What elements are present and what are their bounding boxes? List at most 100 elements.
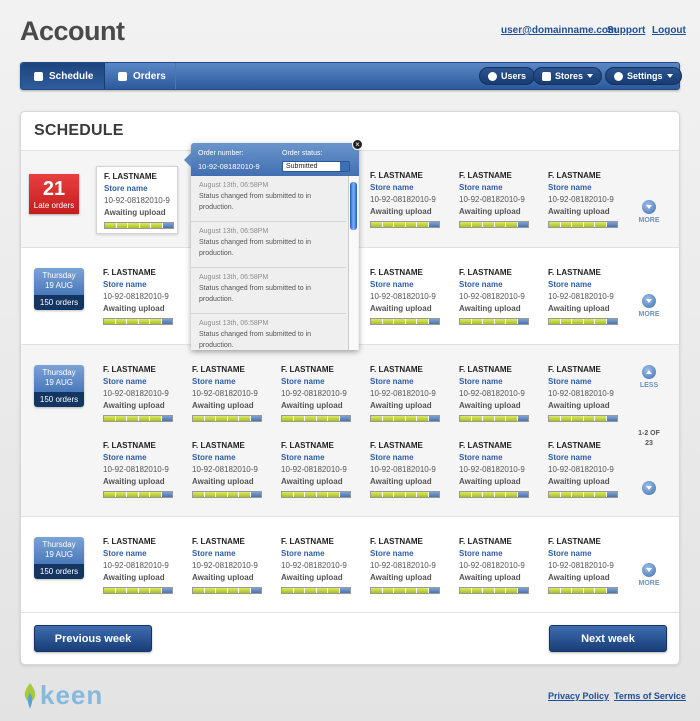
more-button[interactable]: MORE	[634, 563, 664, 587]
next-page-button[interactable]	[634, 481, 664, 498]
order-card[interactable]: F. LASTNAME Store name 10-92-08182010-9 Awa…	[452, 532, 534, 600]
order-card[interactable]: F. LASTNAME Store name 10-92-08182010-9 Awa…	[96, 166, 178, 234]
support-link[interactable]: Support	[607, 25, 645, 36]
order-card[interactable]: F. LASTNAME Store name 10-92-08182010-9 Awa…	[274, 360, 356, 428]
tab-schedule[interactable]: Schedule	[21, 63, 105, 89]
order-card[interactable]: F. LASTNAME Store name 10-92-08182010-9 Awa…	[274, 436, 356, 504]
progress-segment	[116, 223, 128, 228]
order-card[interactable]: F. LASTNAME Store name 10-92-08182010-9 Awa…	[96, 532, 178, 600]
order-card[interactable]: F. LASTNAME Store name 10-92-08182010-9 Awa…	[96, 263, 178, 331]
customer-name: F. LASTNAME	[281, 365, 334, 374]
logout-link[interactable]: Logout	[652, 25, 686, 36]
scrollbar-thumb[interactable]	[350, 182, 357, 230]
users-button[interactable]: Users	[479, 67, 536, 85]
progress-segment	[483, 588, 495, 593]
progress-segment	[394, 492, 406, 497]
chevron-down-icon	[587, 74, 594, 78]
order-card[interactable]: F. LASTNAME Store name 10-92-08182010-9 Awa…	[541, 263, 623, 331]
order-number-label: Order number:	[198, 150, 244, 157]
more-button[interactable]: MORE	[634, 294, 664, 318]
order-number: 10-92-08182010-9	[548, 561, 614, 570]
order-number: 10-92-08182010-9	[459, 465, 525, 474]
close-icon[interactable]: ×	[352, 139, 363, 150]
progress-bar	[192, 415, 262, 422]
order-card[interactable]: F. LASTNAME Store name 10-92-08182010-9 Awa…	[452, 360, 534, 428]
order-number: 10-92-08182010-9	[104, 196, 170, 205]
history-date: August 13th, 06:58PM	[199, 320, 269, 327]
order-card[interactable]: F. LASTNAME Store name 10-92-08182010-9 Awa…	[363, 263, 445, 331]
order-card[interactable]: F. LASTNAME Store name 10-92-08182010-9 Awa…	[274, 532, 356, 600]
progress-segment	[382, 319, 394, 324]
progress-segment	[606, 588, 617, 593]
progress-bar	[548, 221, 618, 228]
customer-name: F. LASTNAME	[459, 268, 512, 277]
progress-segment	[104, 416, 116, 421]
order-card[interactable]: F. LASTNAME Store name 10-92-08182010-9 Awa…	[541, 436, 623, 504]
order-card[interactable]: F. LASTNAME Store name 10-92-08182010-9 Awa…	[363, 436, 445, 504]
order-card[interactable]: F. LASTNAME Store name 10-92-08182010-9 Awa…	[541, 532, 623, 600]
progress-segment	[405, 416, 417, 421]
progress-segment	[227, 416, 239, 421]
date-value: 19 AUG	[44, 378, 73, 387]
order-status-select[interactable]: Submitted	[282, 161, 350, 172]
progress-segment	[227, 588, 239, 593]
progress-segment	[371, 319, 383, 324]
date-badge[interactable]: Thursday 19 AUG 150 orders	[34, 537, 84, 579]
order-card[interactable]: F. LASTNAME Store name 10-92-08182010-9 Awa…	[541, 166, 623, 234]
progress-segment	[517, 416, 528, 421]
order-card[interactable]: F. LASTNAME Store name 10-92-08182010-9 Awa…	[185, 436, 267, 504]
progress-segment	[583, 588, 595, 593]
store-name: Store name	[103, 549, 147, 558]
progress-segment	[460, 492, 472, 497]
date-badge[interactable]: Thursday 19 AUG 150 orders	[34, 365, 84, 407]
more-button[interactable]: MORE	[634, 200, 664, 224]
progress-segment	[161, 416, 172, 421]
progress-segment	[305, 492, 317, 497]
stores-button[interactable]: Stores	[533, 67, 603, 85]
late-orders-badge[interactable]: 21 Late orders	[29, 174, 79, 214]
privacy-policy-link[interactable]: Privacy Policy	[548, 691, 609, 701]
user-email-link[interactable]: user@domainname.com	[501, 25, 617, 36]
order-card[interactable]: F. LASTNAME Store name 10-92-08182010-9 Awa…	[363, 360, 445, 428]
order-card[interactable]: F. LASTNAME Store name 10-92-08182010-9 Awa…	[185, 360, 267, 428]
order-status: Awaiting upload	[103, 401, 165, 410]
order-card[interactable]: F. LASTNAME Store name 10-92-08182010-9 Awa…	[96, 360, 178, 428]
order-card[interactable]: F. LASTNAME Store name 10-92-08182010-9 Awa…	[452, 436, 534, 504]
progress-segment	[560, 416, 572, 421]
chevron-down-icon	[646, 486, 652, 490]
progress-segment	[382, 492, 394, 497]
order-card[interactable]: F. LASTNAME Store name 10-92-08182010-9 Awa…	[452, 166, 534, 234]
order-count: 150 orders	[34, 564, 84, 579]
order-card[interactable]: F. LASTNAME Store name 10-92-08182010-9 Awa…	[541, 360, 623, 428]
progress-segment	[282, 416, 294, 421]
date-badge[interactable]: Thursday 19 AUG 150 orders	[34, 268, 84, 310]
order-number: 10-92-08182010-9	[459, 292, 525, 301]
progress-segment	[138, 492, 150, 497]
store-name: Store name	[370, 549, 414, 558]
popup-scrollbar[interactable]	[348, 176, 358, 350]
terms-of-service-link[interactable]: Terms of Service	[614, 691, 686, 701]
previous-week-button[interactable]: Previous week	[34, 625, 152, 652]
date-day: Thursday	[42, 368, 76, 377]
settings-button[interactable]: Settings	[605, 67, 682, 85]
progress-segment	[293, 492, 305, 497]
progress-bar	[459, 221, 529, 228]
progress-segment	[339, 492, 350, 497]
order-status: Awaiting upload	[281, 477, 343, 486]
order-card[interactable]: F. LASTNAME Store name 10-92-08182010-9 Awa…	[363, 166, 445, 234]
progress-segment	[115, 416, 127, 421]
order-number: 10-92-08182010-9	[548, 465, 614, 474]
progress-bar	[459, 415, 529, 422]
progress-bar	[192, 587, 262, 594]
progress-segment	[417, 588, 429, 593]
progress-bar	[104, 222, 174, 229]
tab-orders[interactable]: Orders	[105, 63, 176, 89]
order-card[interactable]: F. LASTNAME Store name 10-92-08182010-9 Awa…	[363, 532, 445, 600]
order-card[interactable]: F. LASTNAME Store name 10-92-08182010-9 Awa…	[185, 532, 267, 600]
order-card[interactable]: F. LASTNAME Store name 10-92-08182010-9 Awa…	[452, 263, 534, 331]
less-button[interactable]: LESS	[634, 365, 664, 389]
progress-bar	[103, 491, 173, 498]
next-week-button[interactable]: Next week	[549, 625, 667, 652]
customer-name: F. LASTNAME	[548, 441, 601, 450]
order-card[interactable]: F. LASTNAME Store name 10-92-08182010-9 Awa…	[96, 436, 178, 504]
